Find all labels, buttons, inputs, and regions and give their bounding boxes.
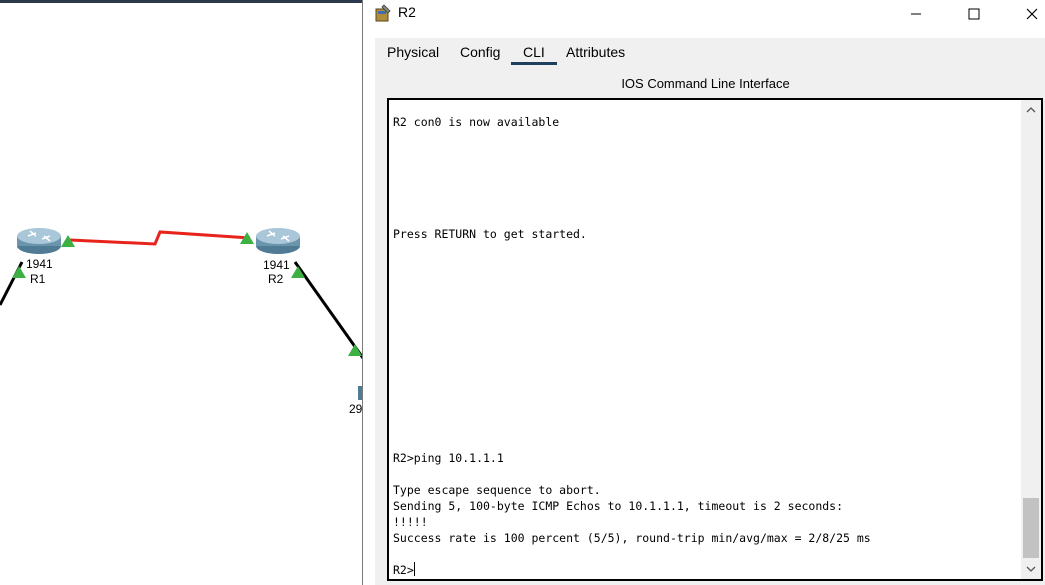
cli-console[interactable]: R2 con0 is now available Press RETURN to… bbox=[387, 98, 1043, 581]
minimize-button[interactable] bbox=[893, 0, 939, 28]
device-window: R2 Physical Config CLI Attributes IOS Co… bbox=[362, 0, 1045, 585]
scrollbar-thumb[interactable] bbox=[1023, 498, 1039, 558]
scroll-up-button[interactable] bbox=[1021, 100, 1041, 120]
switch-model-label: 29 bbox=[349, 402, 363, 416]
maximize-button[interactable] bbox=[951, 0, 997, 28]
maximize-icon bbox=[968, 8, 980, 20]
window-titlebar[interactable]: R2 bbox=[363, 0, 1045, 28]
r2-name-label: R2 bbox=[268, 272, 284, 286]
tab-config[interactable]: Config bbox=[460, 44, 500, 60]
router-r2-icon[interactable] bbox=[256, 228, 300, 254]
router-config-icon bbox=[375, 4, 391, 22]
tab-attributes[interactable]: Attributes bbox=[566, 44, 625, 60]
r1-name-label: R1 bbox=[30, 272, 46, 286]
link-r2-switch[interactable] bbox=[293, 261, 363, 359]
console-output: R2 con0 is now available Press RETURN to… bbox=[393, 115, 871, 545]
minimize-icon bbox=[911, 13, 921, 15]
chevron-down-icon bbox=[1026, 566, 1036, 572]
link-up-indicator bbox=[348, 344, 362, 356]
device-content-panel: Physical Config CLI Attributes IOS Comma… bbox=[375, 38, 1045, 585]
console-prompt: R2> bbox=[393, 563, 414, 577]
link-serial-r1-r2[interactable] bbox=[69, 230, 251, 246]
close-button[interactable] bbox=[1009, 0, 1045, 28]
close-icon bbox=[1026, 8, 1038, 20]
topology-workspace[interactable]: 1941 R1 1941 R2 29 bbox=[0, 0, 363, 585]
scroll-down-button[interactable] bbox=[1021, 559, 1041, 579]
link-up-indicator bbox=[12, 266, 26, 278]
topology-links bbox=[0, 228, 363, 400]
text-caret bbox=[413, 562, 415, 576]
tab-physical[interactable]: Physical bbox=[387, 44, 439, 60]
window-title: R2 bbox=[398, 4, 416, 20]
cli-heading: IOS Command Line Interface bbox=[621, 76, 790, 91]
tab-cli[interactable]: CLI bbox=[511, 44, 557, 65]
r2-model-label: 1941 bbox=[263, 258, 290, 272]
r1-model-label: 1941 bbox=[26, 257, 53, 271]
console-scrollbar[interactable] bbox=[1021, 100, 1041, 579]
console-input-line[interactable]: R2> bbox=[393, 562, 415, 578]
router-r1-icon[interactable] bbox=[17, 228, 61, 254]
chevron-up-icon bbox=[1026, 107, 1036, 113]
